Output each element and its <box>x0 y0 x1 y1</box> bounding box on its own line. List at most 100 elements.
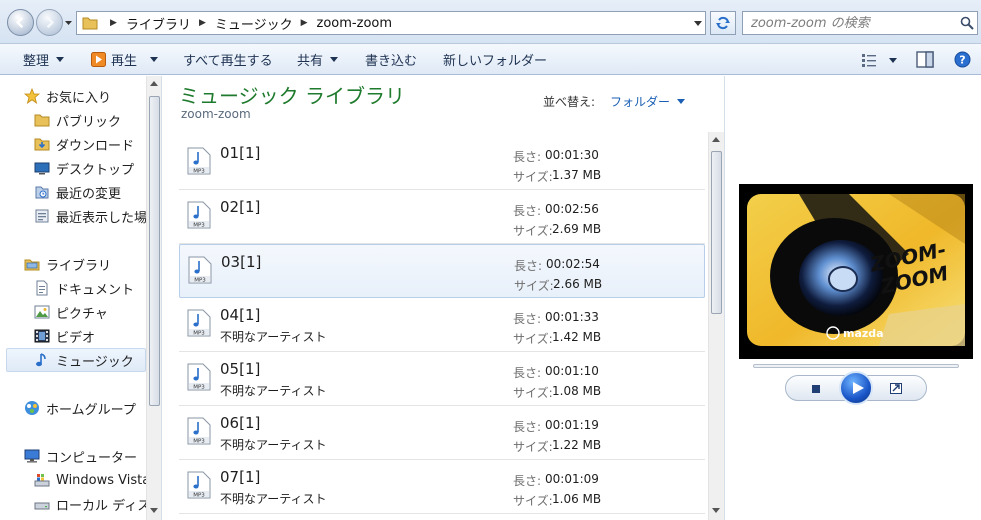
length-label: 長さ: <box>513 366 542 380</box>
file-row[interactable]: MP3 02[1] 長さ: 00:02:56 サイズ: 2.69 MB <box>179 190 705 244</box>
file-size: 1.08 MB <box>552 384 602 398</box>
play-button[interactable]: 再生 <box>91 44 159 75</box>
mp3-icon-label: MP3 <box>193 330 205 336</box>
mp3-icon-label: MP3 <box>194 277 206 283</box>
search-box[interactable] <box>742 11 978 35</box>
mp3-icon-label: MP3 <box>193 384 205 390</box>
scroll-down-icon[interactable] <box>150 508 158 513</box>
nav-pictures-label: ピクチャ <box>56 306 108 322</box>
search-input[interactable] <box>743 12 953 34</box>
nav-favorites[interactable]: お気に入り <box>24 85 111 107</box>
command-bar: 整理 再生 すべて再生する 共有 書き込む 新しいフォルダー ? <box>0 44 981 75</box>
recent-places-icon <box>35 209 49 223</box>
file-size: 1.42 MB <box>552 330 602 344</box>
breadcrumb-zoom-zoom[interactable]: zoom-zoom <box>317 16 392 31</box>
breadcrumb-libraries[interactable]: ライブラリ <box>126 14 191 33</box>
play-all-button[interactable]: すべて再生する <box>183 44 273 75</box>
organize-label: 整理 <box>23 54 50 69</box>
nav-documents[interactable]: ドキュメント <box>34 277 134 299</box>
nav-videos[interactable]: ビデオ <box>34 325 95 347</box>
nav-local-disk[interactable]: ローカル ディスク <box>34 493 161 515</box>
file-row[interactable]: MP3 01[1] 長さ: 00:01:30 サイズ: 1.37 MB <box>179 136 705 190</box>
nav-computer[interactable]: コンピューター <box>24 445 137 467</box>
play-button-large[interactable] <box>839 371 873 405</box>
change-view-button[interactable] <box>861 51 897 69</box>
size-label: サイズ: <box>513 170 553 184</box>
music-note-icon <box>36 353 46 367</box>
breadcrumb[interactable]: ▶ ライブラリ ▶ ミュージック ▶ zoom-zoom <box>76 11 706 35</box>
file-row[interactable]: MP3 07[1] 不明なアーティスト 長さ: 00:01:09 サイズ: 1.… <box>179 460 705 514</box>
file-row-selected[interactable]: MP3 03[1] 長さ: 00:02:54 サイズ: 2.66 MB <box>179 244 705 298</box>
organize-button[interactable]: 整理 <box>23 44 65 75</box>
pictures-icon <box>34 305 50 319</box>
recent-pages-chevron-icon[interactable] <box>64 19 73 27</box>
libraries-icon <box>24 259 40 271</box>
file-size: 1.37 MB <box>552 168 602 182</box>
nav-public[interactable]: パブリック <box>34 109 121 131</box>
play-all-label: すべて再生する <box>183 54 273 69</box>
file-size: 1.06 MB <box>552 492 602 506</box>
mp3-file-icon: MP3 <box>187 363 211 391</box>
nav-desktop[interactable]: デスクトップ <box>34 157 134 179</box>
scroll-up-icon[interactable] <box>712 137 720 142</box>
file-row[interactable]: MP3 04[1] 不明なアーティスト 長さ: 00:01:33 サイズ: 1.… <box>179 298 705 352</box>
file-length: 00:02:54 <box>546 257 600 271</box>
svg-text:?: ? <box>959 54 965 67</box>
file-row[interactable]: MP3 05[1] 不明なアーティスト 長さ: 00:01:10 サイズ: 1.… <box>179 352 705 406</box>
file-name: 06[1] <box>220 414 261 432</box>
size-label: サイズ: <box>514 279 554 293</box>
mp3-file-icon: MP3 <box>187 417 211 445</box>
media-player-controls <box>785 371 927 405</box>
refresh-icon <box>716 16 730 30</box>
mp3-file-icon: MP3 <box>188 256 212 284</box>
nav-music[interactable]: ミュージック <box>34 349 134 371</box>
nav-documents-label: ドキュメント <box>56 282 135 298</box>
file-length: 00:01:30 <box>545 148 599 162</box>
nav-windows-vista[interactable]: Windows Vista <box>34 469 150 491</box>
stop-button[interactable] <box>812 385 820 393</box>
seek-bar[interactable] <box>753 364 959 368</box>
mp3-file-icon: MP3 <box>187 147 211 175</box>
view-details-icon <box>862 54 876 67</box>
scroll-down-icon[interactable] <box>712 508 720 513</box>
back-button[interactable] <box>7 9 34 36</box>
address-dropdown-icon[interactable] <box>694 21 702 27</box>
file-list-scrollbar-thumb[interactable] <box>711 151 722 314</box>
page-subtitle: zoom-zoom <box>181 107 251 121</box>
burn-button[interactable]: 書き込む <box>365 44 417 75</box>
chevron-down-icon <box>330 57 339 62</box>
address-bar: ▶ ライブラリ ▶ ミュージック ▶ zoom-zoom <box>0 0 981 44</box>
nav-downloads-label: ダウンロード <box>56 138 135 154</box>
nav-music-label: ミュージック <box>56 354 134 370</box>
nav-downloads[interactable]: ダウンロード <box>34 133 134 155</box>
nav-desktop-label: デスクトップ <box>56 162 135 178</box>
new-folder-button[interactable]: 新しいフォルダー <box>443 44 547 75</box>
nav-libraries[interactable]: ライブラリ <box>24 253 111 275</box>
nav-recent-changes[interactable]: 最近の変更 <box>34 181 121 203</box>
open-player-icon[interactable] <box>890 383 902 394</box>
forward-button[interactable] <box>36 9 63 36</box>
file-size: 1.22 MB <box>552 438 602 452</box>
nav-public-label: パブリック <box>56 114 122 130</box>
length-label: 長さ: <box>514 259 543 273</box>
breadcrumb-music[interactable]: ミュージック <box>215 14 293 33</box>
file-row[interactable]: MP3 06[1] 不明なアーティスト 長さ: 00:01:19 サイズ: 1.… <box>179 406 705 460</box>
preview-pane-icon[interactable] <box>916 51 934 68</box>
nav-scrollbar-thumb[interactable] <box>149 96 160 406</box>
file-artist: 不明なアーティスト <box>220 384 327 398</box>
search-icon[interactable] <box>960 16 974 30</box>
nav-homegroup[interactable]: ホームグループ <box>24 397 136 419</box>
refresh-button[interactable] <box>710 11 736 35</box>
size-label: サイズ: <box>513 332 553 346</box>
system-drive-icon <box>34 474 50 487</box>
nav-pictures[interactable]: ピクチャ <box>34 301 108 323</box>
help-icon[interactable]: ? <box>954 51 971 68</box>
share-button[interactable]: 共有 <box>297 44 339 75</box>
sort-dropdown[interactable]: フォルダー <box>610 93 686 110</box>
scroll-up-icon[interactable] <box>150 81 158 86</box>
file-length: 00:01:33 <box>545 310 599 324</box>
nav-recent-changes-label: 最近の変更 <box>56 186 122 202</box>
nav-recent-places[interactable]: 最近表示した場所 <box>34 205 160 227</box>
downloads-folder-icon <box>34 138 50 151</box>
chevron-down-icon <box>150 57 159 62</box>
